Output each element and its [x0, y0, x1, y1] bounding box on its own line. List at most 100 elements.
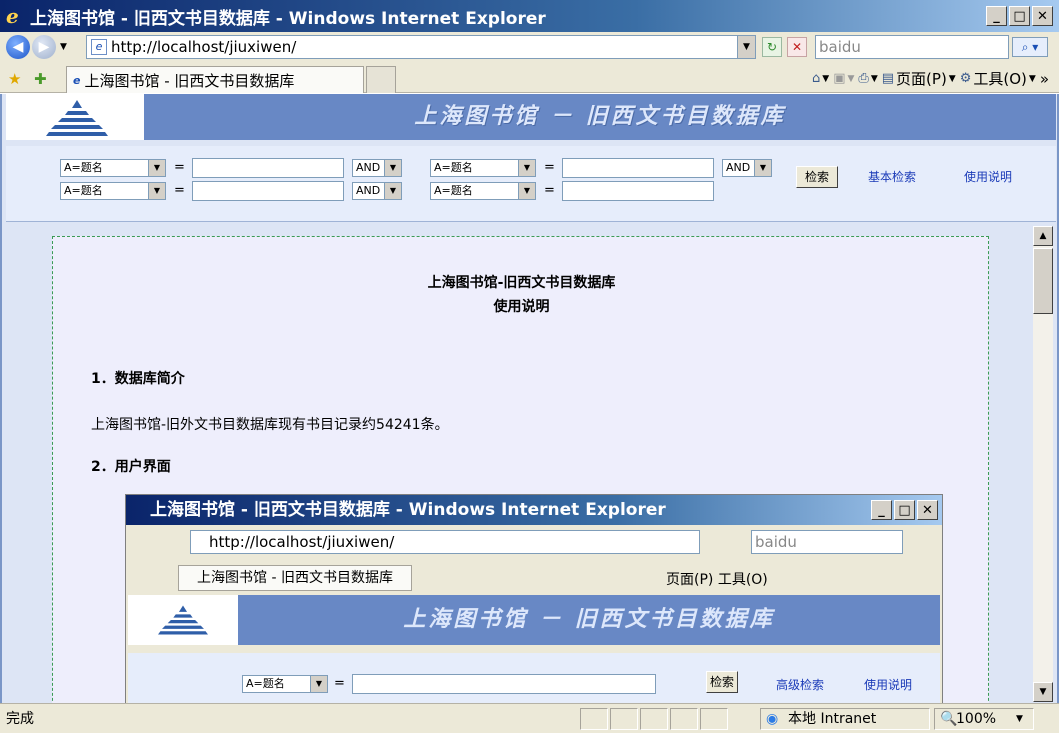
inner-search-box: baidu — [751, 530, 903, 554]
library-logo-icon — [46, 100, 108, 136]
section-text-intro: 上海图书馆-旧外文书目数据库现有书目记录约54241条。 — [91, 417, 449, 433]
tools-menu-label: 工具(O) — [973, 70, 1027, 88]
operator-value: AND — [356, 184, 381, 197]
chevron-down-icon: ▼ — [384, 160, 401, 176]
inner-title-bar: 上海图书馆 - 旧西文书目数据库 - Windows Internet Expl… — [126, 495, 942, 525]
equals-sign: = — [174, 160, 185, 175]
field-select-value: A=题名 — [64, 161, 103, 174]
search-submit-button[interactable]: 检索 — [796, 166, 838, 188]
inner-page-menu-label: 页面(P) — [666, 572, 714, 588]
intranet-globe-icon: ◉ — [766, 711, 779, 727]
scroll-down-icon[interactable]: ▼ — [1033, 682, 1053, 702]
window-title: 上海图书馆 - 旧西文书目数据库 - Windows Internet Expl… — [30, 8, 546, 29]
search-term-input-3[interactable] — [192, 181, 344, 201]
inner-library-logo-icon — [158, 605, 208, 635]
status-cell — [670, 708, 698, 730]
favorites-star-icon[interactable]: ★ — [8, 70, 21, 88]
help-link[interactable]: 使用说明 — [964, 168, 1012, 185]
search-button[interactable]: ⌕ ▾ — [1012, 37, 1048, 57]
zoom-dropdown-icon[interactable]: ▼ — [1016, 709, 1023, 729]
chevron-down-icon: ▼ — [518, 183, 535, 199]
field-select-4[interactable]: A=题名 ▼ — [430, 182, 536, 200]
scroll-thumb[interactable] — [1033, 248, 1053, 314]
add-favorites-icon[interactable]: ✚ — [34, 70, 47, 88]
chevron-down-icon: ▼ — [754, 160, 771, 176]
print-button[interactable]: ⎙ ▼ — [858, 71, 877, 86]
address-toolbar: ◀ ▶ ▼ e http://localhost/jiuxiwen/ ▼ ↻ ✕… — [0, 32, 1059, 62]
basic-search-link[interactable]: 基本检索 — [868, 168, 916, 185]
search-term-input-4[interactable] — [562, 181, 714, 201]
field-select-1[interactable]: A=题名 ▼ — [60, 159, 166, 177]
close-button[interactable]: ✕ — [1032, 6, 1053, 26]
search-input[interactable]: baidu — [815, 35, 1009, 59]
zoom-level: 100% — [956, 711, 997, 727]
inner-search-button: 检索 — [706, 671, 738, 693]
feeds-button[interactable]: ▣ ▼ — [833, 71, 854, 86]
operator-select-1[interactable]: AND ▼ — [352, 159, 402, 177]
tools-menu[interactable]: ⚙ 工具(O) ▼ — [960, 68, 1036, 89]
help-document: 上海图书馆-旧西文书目数据库 使用说明 1．数据库简介 上海图书馆-旧外文书目数… — [52, 236, 989, 703]
field-select-2[interactable]: A=题名 ▼ — [430, 159, 536, 177]
status-bar: 完成 ◉ 本地 Intranet 🔍 100% ▼ — [0, 703, 1059, 733]
tab-active[interactable]: e 上海图书馆 - 旧西文书目数据库 — [66, 66, 364, 93]
chevron-more-icon[interactable]: » — [1040, 70, 1049, 88]
embedded-screenshot: 上海图书馆 - 旧西文书目数据库 - Windows Internet Expl… — [125, 494, 943, 703]
ie-logo-icon: e — [6, 4, 19, 28]
refresh-button[interactable]: ↻ — [762, 37, 782, 57]
equals-sign: = — [544, 160, 555, 175]
zone-label: 本地 Intranet — [788, 711, 877, 727]
operator-select-2[interactable]: AND ▼ — [722, 159, 772, 177]
equals-sign: = — [544, 183, 555, 198]
forward-button[interactable]: ▶ — [32, 35, 56, 59]
inner-field-value: A=题名 — [246, 677, 285, 690]
back-button[interactable]: ◀ — [6, 35, 30, 59]
inner-tools-menu-label: 工具(O) — [717, 572, 768, 588]
chevron-down-icon: ▼ — [310, 676, 327, 692]
home-button[interactable]: ⌂ ▼ — [812, 71, 829, 86]
page-icon: e — [73, 73, 81, 87]
banner-title: 上海图书馆 － 旧西文书目数据库 — [144, 94, 1056, 140]
tab-bar: ★ ✚ e 上海图书馆 - 旧西文书目数据库 ⌂ ▼ ▣ ▼ ⎙ ▼ ▤ 页面(P) ▼ … — [0, 62, 1059, 93]
status-cell — [610, 708, 638, 730]
gear-icon: ⚙ — [959, 71, 972, 86]
site-banner: 上海图书馆 － 旧西文书目数据库 — [6, 94, 1056, 140]
chevron-down-icon: ▼ — [148, 160, 165, 176]
history-dropdown-icon[interactable]: ▼ — [60, 42, 67, 52]
advanced-search-panel: A=题名 ▼ = AND ▼ A=题名 ▼ = AND ▼ 检索 基本检索 使用说明 A… — [6, 146, 1056, 222]
doc-title: 上海图书馆-旧西文书目数据库 — [427, 275, 616, 291]
minimize-button[interactable]: _ — [986, 6, 1007, 26]
page-menu[interactable]: ▤ 页面(P) ▼ — [882, 68, 956, 89]
inner-equals-sign: = — [334, 676, 345, 691]
operator-value: AND — [356, 161, 381, 174]
search-term-input-1[interactable] — [192, 158, 344, 178]
inner-search-panel: A=题名 ▼ = 检索 高级检索 使用说明 — [128, 653, 940, 703]
scroll-up-icon[interactable]: ▲ — [1033, 226, 1053, 246]
tab-label: 上海图书馆 - 旧西文书目数据库 — [84, 71, 295, 90]
page-viewport: 上海图书馆 － 旧西文书目数据库 A=题名 ▼ = AND ▼ A=题名 ▼ = AN… — [0, 94, 1059, 703]
inner-field-select: A=题名 ▼ — [242, 675, 328, 693]
new-tab-button[interactable] — [366, 66, 396, 93]
section-heading-ui: 2．用户界面 — [91, 459, 171, 475]
operator-value: AND — [726, 161, 751, 174]
field-select-value: A=题名 — [434, 184, 473, 197]
home-icon: ⌂ — [812, 71, 821, 86]
inner-command-bar: 页面(P) 工具(O) — [666, 569, 768, 589]
maximize-button[interactable]: □ — [1009, 6, 1030, 26]
vertical-scrollbar[interactable]: ▲ ▼ — [1033, 226, 1053, 702]
address-dropdown-icon[interactable]: ▼ — [737, 36, 755, 58]
inner-search-input — [352, 674, 656, 694]
zoom-icon: 🔍 — [940, 711, 958, 727]
status-text: 完成 — [6, 711, 34, 727]
search-term-input-2[interactable] — [562, 158, 714, 178]
operator-select-3[interactable]: AND ▼ — [352, 182, 402, 200]
section-heading-intro: 1．数据库简介 — [91, 371, 185, 387]
inner-tab: 上海图书馆 - 旧西文书目数据库 — [178, 565, 412, 591]
address-bar[interactable]: e http://localhost/jiuxiwen/ ▼ — [86, 35, 756, 59]
equals-sign: = — [174, 183, 185, 198]
stop-button[interactable]: ✕ — [787, 37, 807, 57]
status-cell — [580, 708, 608, 730]
inner-close-icon: ✕ — [917, 500, 938, 520]
field-select-3[interactable]: A=题名 ▼ — [60, 182, 166, 200]
inner-address-bar: http://localhost/jiuxiwen/ — [190, 530, 700, 554]
inner-minimize-icon: _ — [871, 500, 892, 520]
